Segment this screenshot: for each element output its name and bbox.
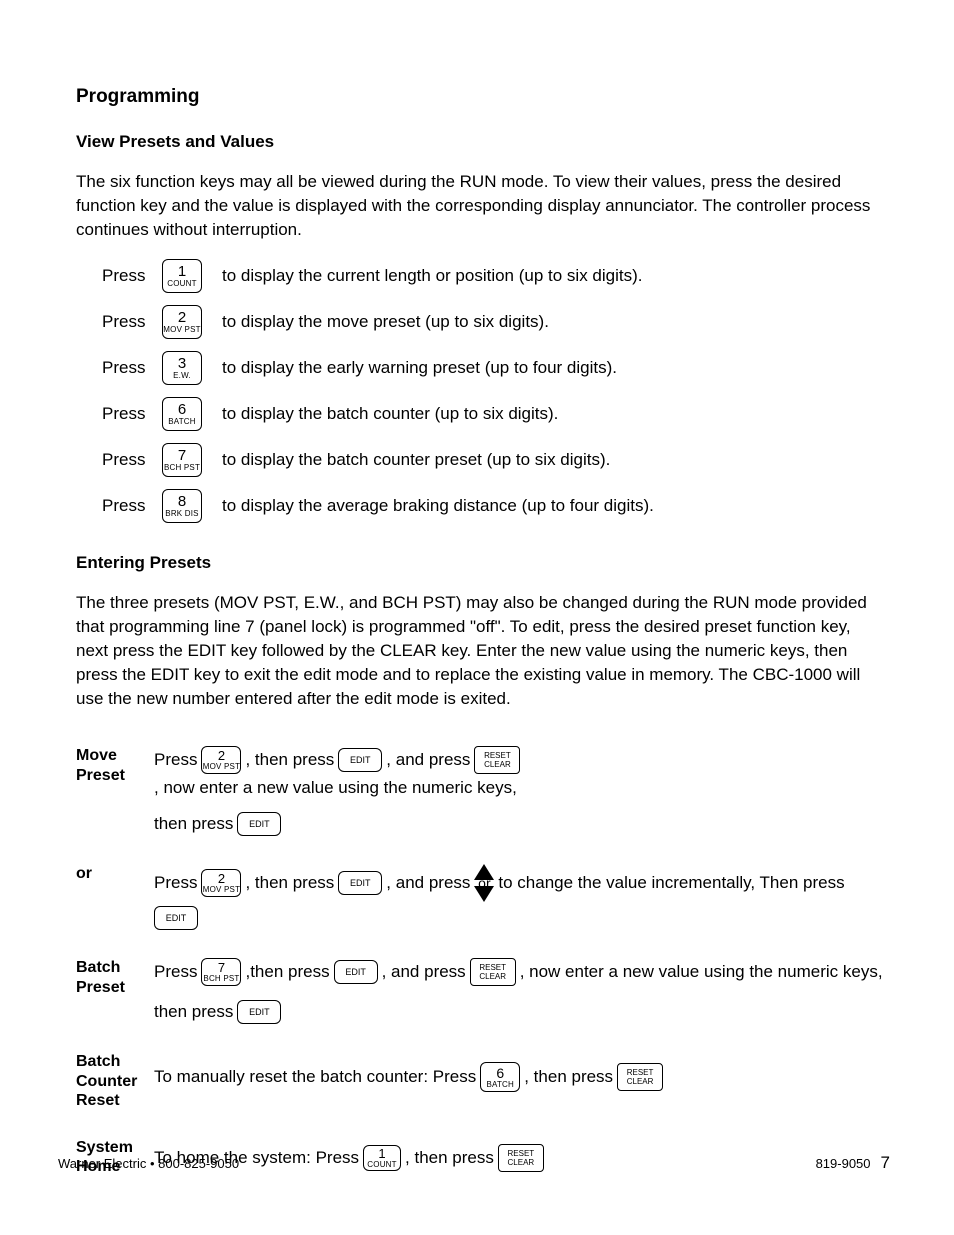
- text: , and press: [386, 873, 470, 893]
- list-item: Press 8BRK DIS to display the average br…: [76, 489, 884, 523]
- entering-presets-heading: Entering Presets: [76, 553, 884, 573]
- text: Press: [154, 962, 197, 982]
- key-1-count: 1COUNT: [162, 259, 202, 293]
- page-footer: Warner Electric • 800-825-9050 819-9050 …: [58, 1153, 890, 1173]
- view-presets-heading: View Presets and Values: [76, 132, 884, 152]
- press-label: Press: [102, 404, 162, 424]
- function-key-list: Press 1COUNT to display the current leng…: [76, 259, 884, 523]
- text: , now enter a new value using the numeri…: [154, 778, 517, 798]
- key-2-movpst: 2MOV PST: [201, 746, 241, 774]
- press-label: Press: [102, 496, 162, 516]
- programming-heading: Programming: [76, 86, 884, 108]
- move-preset-row: Move Preset Press 2MOV PST , then press …: [76, 746, 884, 836]
- text: Press: [154, 750, 197, 770]
- down-arrow-icon: [474, 886, 494, 902]
- footer-docnum: 819-9050: [816, 1156, 871, 1171]
- key-reset-clear: RESETCLEAR: [474, 746, 520, 774]
- move-preset-label: Move Preset: [76, 746, 154, 836]
- key-reset-clear: RESETCLEAR: [470, 958, 516, 986]
- key-6-batch: 6BATCH: [162, 397, 202, 431]
- batch-counter-reset-label: Batch Counter Reset: [76, 1052, 154, 1110]
- batch-preset-row: Batch Preset Press 7BCH PST ,then press …: [76, 958, 884, 1024]
- key-desc: to display the early warning preset (up …: [222, 358, 617, 378]
- or-row: or Press 2MOV PST , then press EDIT , an…: [76, 864, 884, 930]
- key-7-bchpst: 7BCH PST: [162, 443, 202, 477]
- text: then press: [154, 1002, 233, 1022]
- key-desc: to display the batch counter (up to six …: [222, 404, 558, 424]
- text: , then press: [524, 1067, 613, 1087]
- text: , then press: [245, 750, 334, 770]
- press-label: Press: [102, 266, 162, 286]
- key-reset-clear: RESETCLEAR: [617, 1063, 663, 1091]
- view-presets-para: The six function keys may all be viewed …: [76, 170, 884, 241]
- entering-presets-para: The three presets (MOV PST, E.W., and BC…: [76, 591, 884, 710]
- batch-counter-reset-row: Batch Counter Reset To manually reset th…: [76, 1052, 884, 1110]
- text: then press: [154, 814, 233, 834]
- key-edit: EDIT: [154, 906, 198, 930]
- batch-preset-label: Batch Preset: [76, 958, 154, 1024]
- key-edit: EDIT: [237, 812, 281, 836]
- text: , then press: [245, 873, 334, 893]
- text: To manually reset the batch counter: Pre…: [154, 1067, 476, 1087]
- list-item: Press 6BATCH to display the batch counte…: [76, 397, 884, 431]
- up-down-arrows-icon: or: [474, 864, 494, 902]
- key-edit: EDIT: [338, 871, 382, 895]
- key-7-bchpst: 7BCH PST: [201, 958, 241, 986]
- key-edit: EDIT: [237, 1000, 281, 1024]
- key-desc: to display the current length or positio…: [222, 266, 643, 286]
- key-edit: EDIT: [334, 960, 378, 984]
- text: ,then press: [245, 962, 329, 982]
- key-8-brkdis: 8BRK DIS: [162, 489, 202, 523]
- press-label: Press: [102, 450, 162, 470]
- press-label: Press: [102, 358, 162, 378]
- text: Press: [154, 873, 197, 893]
- footer-company: Warner Electric • 800-825-9050: [58, 1156, 239, 1171]
- list-item: Press 2MOV PST to display the move prese…: [76, 305, 884, 339]
- key-2-movpst: 2MOV PST: [201, 869, 241, 897]
- text: , and press: [382, 962, 466, 982]
- list-item: Press 1COUNT to display the current leng…: [76, 259, 884, 293]
- press-label: Press: [102, 312, 162, 332]
- key-desc: to display the average braking distance …: [222, 496, 654, 516]
- text: , now enter a new value using the numeri…: [520, 962, 883, 982]
- key-edit: EDIT: [338, 748, 382, 772]
- or-label: or: [76, 864, 154, 930]
- key-desc: to display the batch counter preset (up …: [222, 450, 610, 470]
- list-item: Press 3E.W. to display the early warning…: [76, 351, 884, 385]
- footer-page-number: 7: [881, 1153, 890, 1173]
- list-item: Press 7BCH PST to display the batch coun…: [76, 443, 884, 477]
- text: to change the value incrementally, Then …: [498, 873, 844, 893]
- key-3-ew: 3E.W.: [162, 351, 202, 385]
- text: , and press: [386, 750, 470, 770]
- key-2-movpst: 2MOV PST: [162, 305, 202, 339]
- key-desc: to display the move preset (up to six di…: [222, 312, 549, 332]
- key-6-batch: 6BATCH: [480, 1062, 520, 1092]
